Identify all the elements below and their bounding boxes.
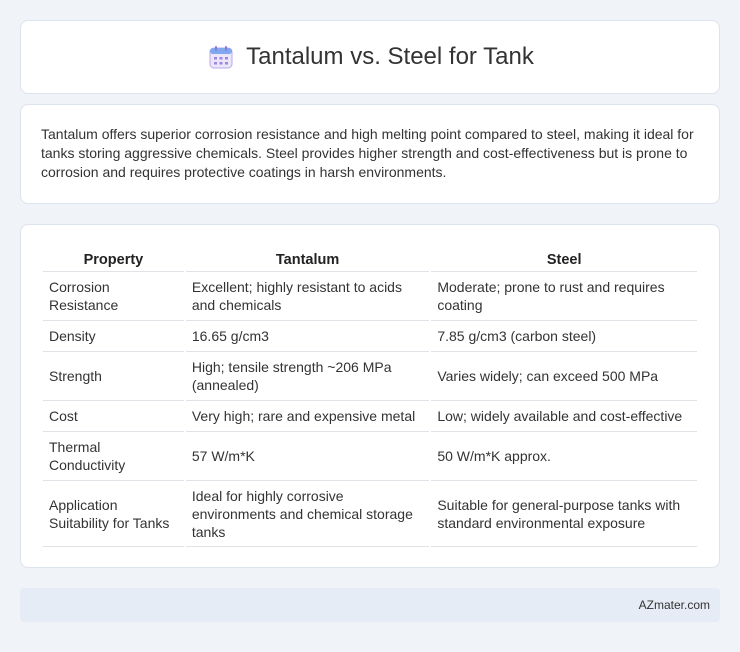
table-cell: 57 W/m*K	[185, 431, 430, 480]
table-cell: Thermal Conductivity	[43, 431, 184, 480]
summary-card: Tantalum offers superior corrosion resis…	[20, 104, 720, 204]
table-cell: Low; widely available and cost-effective	[431, 400, 697, 431]
table-row: Application Suitability for Tanks Ideal …	[43, 480, 697, 547]
page-title: Tantalum vs. Steel for Tank	[246, 43, 534, 70]
footer-brand: AZmater.com	[638, 598, 710, 612]
table-cell: Varies widely; can exceed 500 MPa	[431, 351, 697, 400]
table-cell: Strength	[43, 351, 184, 400]
table-cell: Cost	[43, 400, 184, 431]
title-card: Tantalum vs. Steel for Tank	[20, 20, 720, 94]
table-cell: Suitable for general-purpose tanks with …	[431, 480, 697, 547]
table-cell: Application Suitability for Tanks	[43, 480, 184, 547]
table-row: Density 16.65 g/cm3 7.85 g/cm3 (carbon s…	[43, 320, 697, 351]
calendar-icon	[206, 42, 236, 72]
comparison-table: Property Tantalum Steel Corrosion Resist…	[41, 245, 699, 547]
table-cell: Very high; rare and expensive metal	[185, 400, 430, 431]
table-cell: 16.65 g/cm3	[185, 320, 430, 351]
header-tantalum: Tantalum	[275, 252, 340, 268]
table-cell: Corrosion Resistance	[43, 271, 184, 320]
header-property: Property	[83, 252, 144, 268]
table-cell: Moderate; prone to rust and requires coa…	[431, 271, 697, 320]
table-cell: Density	[43, 320, 184, 351]
table-header-row: Property Tantalum Steel	[43, 245, 697, 271]
table-row: Thermal Conductivity 57 W/m*K 50 W/m*K a…	[43, 431, 697, 480]
table-cell: Ideal for highly corrosive environments …	[185, 480, 430, 547]
table-row: Corrosion Resistance Excellent; highly r…	[43, 271, 697, 320]
title-wrap: Tantalum vs. Steel for Tank	[206, 42, 534, 72]
footer: AZmater.com	[20, 588, 720, 622]
header-steel: Steel	[546, 252, 582, 268]
table-row: Cost Very high; rare and expensive metal…	[43, 400, 697, 431]
summary-text: Tantalum offers superior corrosion resis…	[41, 126, 694, 180]
comparison-table-card: Property Tantalum Steel Corrosion Resist…	[20, 224, 720, 568]
table-cell: High; tensile strength ~206 MPa (anneale…	[185, 351, 430, 400]
table-cell: Excellent; highly resistant to acids and…	[185, 271, 430, 320]
table-cell: 50 W/m*K approx.	[431, 431, 697, 480]
table-row: Strength High; tensile strength ~206 MPa…	[43, 351, 697, 400]
table-cell: 7.85 g/cm3 (carbon steel)	[431, 320, 697, 351]
